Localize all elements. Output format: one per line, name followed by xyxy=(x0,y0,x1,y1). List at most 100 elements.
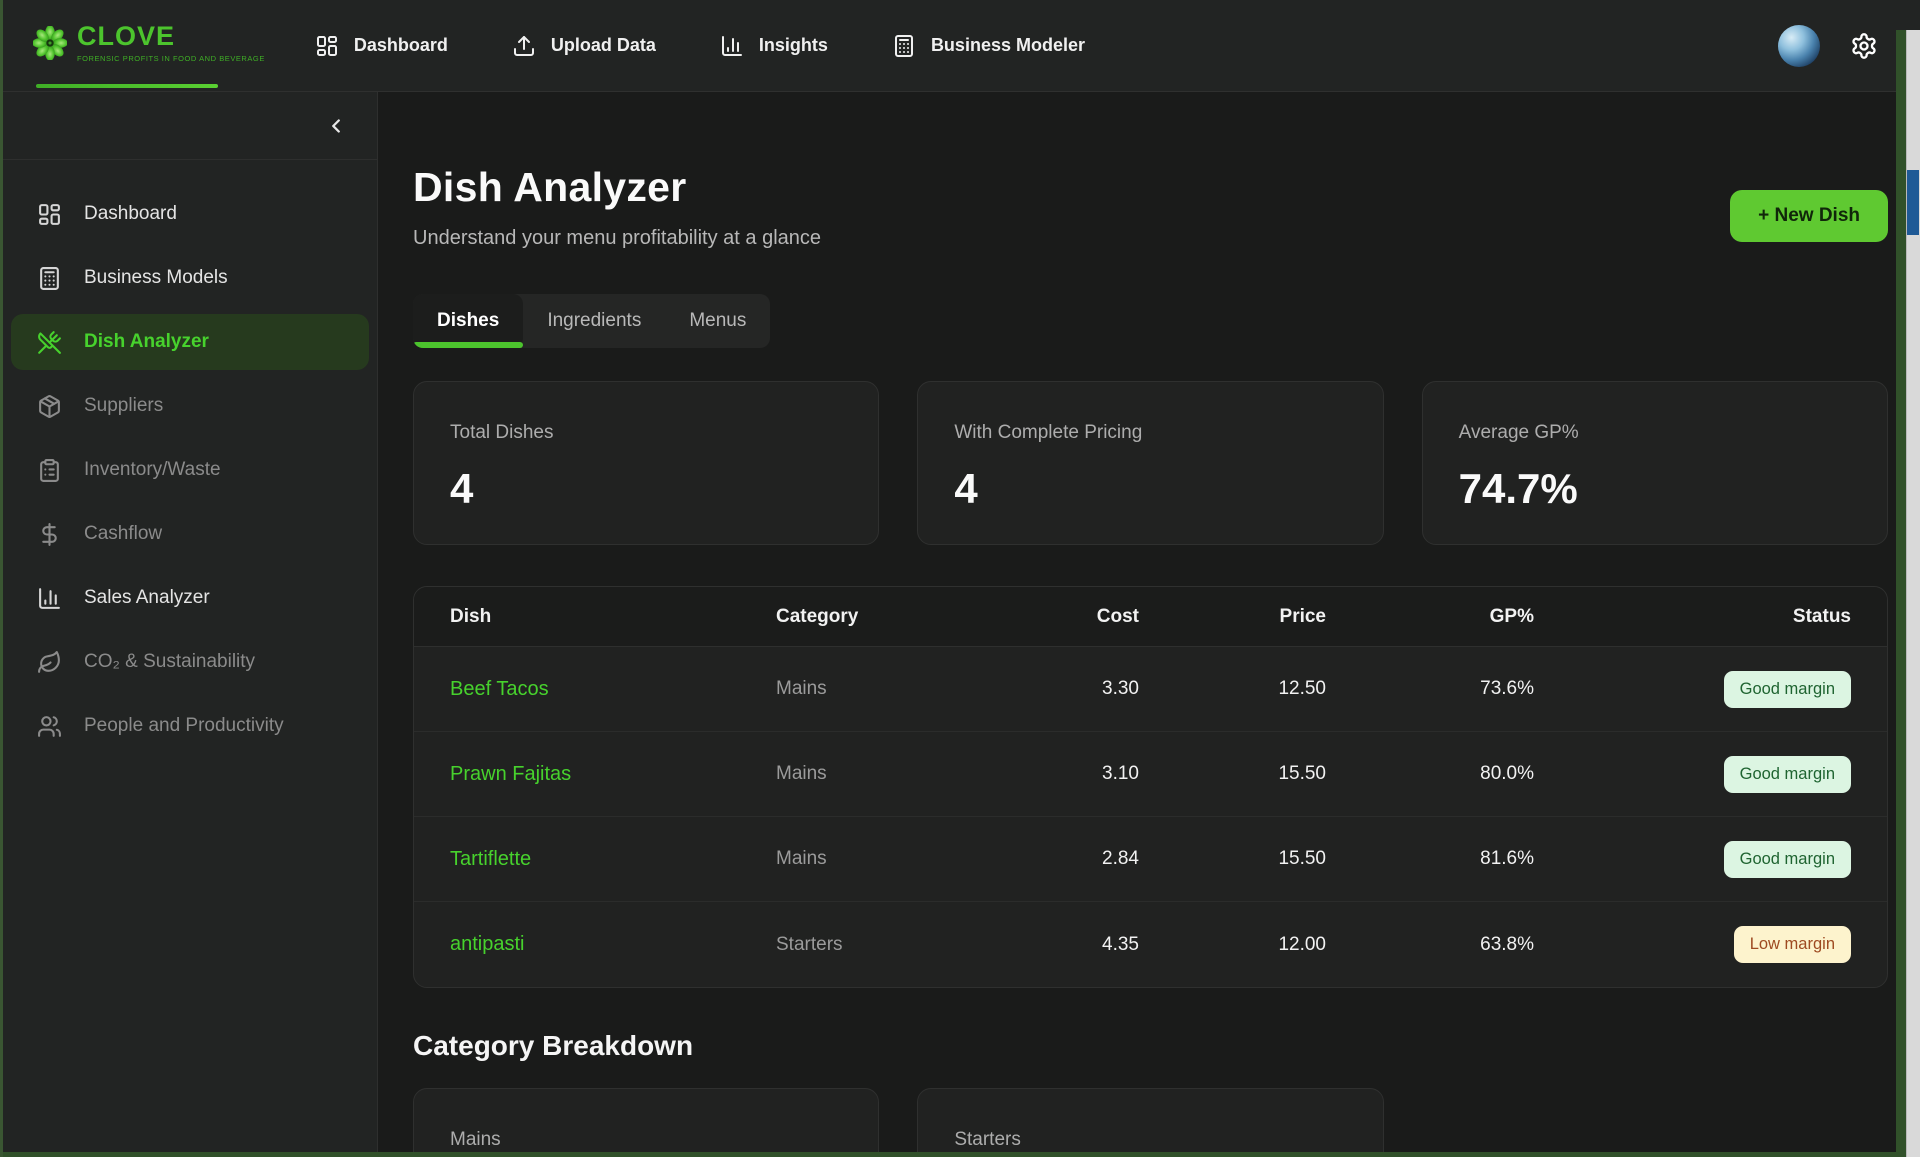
breakdown-label: Starters xyxy=(954,1129,1346,1151)
price-cell: 15.50 xyxy=(1139,763,1326,785)
sidebar-item-label: CO₂ & Sustainability xyxy=(84,651,255,673)
gp-cell: 73.6% xyxy=(1326,678,1534,700)
stat-card-total-dishes: Total Dishes 4 xyxy=(413,381,879,545)
column-header-price: Price xyxy=(1139,606,1326,628)
clove-flower-icon xyxy=(33,26,67,60)
sidebar-item-label: People and Productivity xyxy=(84,715,284,737)
app-tagline: FORENSIC PROFITS IN FOOD AND BEVERAGE xyxy=(77,54,265,63)
cost-cell: 4.35 xyxy=(959,934,1139,956)
leaf-icon xyxy=(37,650,62,675)
table-header-row: Dish Category Cost Price GP% Status xyxy=(414,587,1887,647)
sidebar-item-dish-analyzer[interactable]: Dish Analyzer xyxy=(11,314,369,370)
tab-ingredients[interactable]: Ingredients xyxy=(523,294,665,348)
status-badge: Good margin xyxy=(1724,756,1851,793)
dish-name-link[interactable]: Tartiflette xyxy=(450,848,531,870)
page-subtitle: Understand your menu profitability at a … xyxy=(413,227,821,250)
dish-name-link[interactable]: Prawn Fajitas xyxy=(450,763,571,785)
column-header-dish: Dish xyxy=(450,606,776,628)
settings-button[interactable] xyxy=(1850,32,1878,60)
column-header-category: Category xyxy=(776,606,959,628)
window-border-bottom xyxy=(3,1152,1906,1157)
dollar-icon xyxy=(37,522,62,547)
price-cell: 15.50 xyxy=(1139,848,1326,870)
cost-cell: 3.30 xyxy=(959,678,1139,700)
sidebar: Dashboard Business Models Dish Analyzer … xyxy=(3,92,378,1152)
tab-dishes[interactable]: Dishes xyxy=(413,294,523,348)
dish-name-link[interactable]: antipasti xyxy=(450,933,525,955)
sidebar-item-business-models[interactable]: Business Models xyxy=(11,250,369,306)
category-cell: Mains xyxy=(776,848,959,870)
breakdown-card-mains: Mains xyxy=(413,1088,879,1152)
sidebar-item-inventory-waste[interactable]: Inventory/Waste xyxy=(11,442,369,498)
gp-cell: 63.8% xyxy=(1326,934,1534,956)
cost-cell: 2.84 xyxy=(959,848,1139,870)
stat-label: Average GP% xyxy=(1459,422,1851,444)
stat-value: 4 xyxy=(954,468,1346,510)
logo-active-underline xyxy=(36,84,218,88)
scrollbar[interactable] xyxy=(1906,30,1920,1157)
upload-icon xyxy=(512,34,536,58)
status-badge: Good margin xyxy=(1724,671,1851,708)
scrollbar-thumb[interactable] xyxy=(1907,170,1919,235)
category-cell: Mains xyxy=(776,763,959,785)
tab-bar: Dishes Ingredients Menus xyxy=(413,294,770,348)
stat-value: 4 xyxy=(450,468,842,510)
table-row: Tartiflette Mains 2.84 15.50 81.6% Good … xyxy=(414,817,1887,902)
cost-cell: 3.10 xyxy=(959,763,1139,785)
sidebar-item-people-productivity[interactable]: People and Productivity xyxy=(11,698,369,754)
top-nav-menu: Dashboard Upload Data Insights Business … xyxy=(315,34,1085,58)
category-breakdown-heading: Category Breakdown xyxy=(413,1030,1888,1062)
nav-item-label: Insights xyxy=(759,35,828,56)
dish-name-link[interactable]: Beef Tacos xyxy=(450,678,549,700)
calculator-icon xyxy=(37,266,62,291)
main-content: Dish Analyzer Understand your menu profi… xyxy=(378,92,1920,1152)
sidebar-item-cashflow[interactable]: Cashflow xyxy=(11,506,369,562)
sidebar-item-dashboard[interactable]: Dashboard xyxy=(11,186,369,242)
gear-icon xyxy=(1850,32,1878,60)
gp-cell: 80.0% xyxy=(1326,763,1534,785)
users-icon xyxy=(37,714,62,739)
breakdown-card-starters: Starters xyxy=(917,1088,1383,1152)
stat-label: With Complete Pricing xyxy=(954,422,1346,444)
tab-menus[interactable]: Menus xyxy=(665,294,770,348)
sidebar-collapse-button[interactable] xyxy=(325,115,347,137)
sidebar-menu: Dashboard Business Models Dish Analyzer … xyxy=(3,186,377,754)
sidebar-item-sales-analyzer[interactable]: Sales Analyzer xyxy=(11,570,369,626)
sidebar-item-label: Dashboard xyxy=(84,203,177,225)
category-cell: Mains xyxy=(776,678,959,700)
nav-item-insights[interactable]: Insights xyxy=(720,34,828,58)
bar-chart-icon xyxy=(37,586,62,611)
nav-item-upload-data[interactable]: Upload Data xyxy=(512,34,656,58)
new-dish-button[interactable]: + New Dish xyxy=(1730,190,1888,242)
sidebar-item-suppliers[interactable]: Suppliers xyxy=(11,378,369,434)
column-header-status: Status xyxy=(1534,606,1851,628)
sidebar-item-label: Sales Analyzer xyxy=(84,587,210,609)
sidebar-item-label: Dish Analyzer xyxy=(84,331,209,353)
nav-item-label: Business Modeler xyxy=(931,35,1085,56)
table-row: antipasti Starters 4.35 12.00 63.8% Low … xyxy=(414,902,1887,987)
column-header-cost: Cost xyxy=(959,606,1139,628)
status-badge: Low margin xyxy=(1734,926,1851,963)
table-row: Prawn Fajitas Mains 3.10 15.50 80.0% Goo… xyxy=(414,732,1887,817)
utensils-crossed-icon xyxy=(37,330,62,355)
sidebar-item-label: Suppliers xyxy=(84,395,163,417)
stat-label: Total Dishes xyxy=(450,422,842,444)
sidebar-item-co2-sustainability[interactable]: CO₂ & Sustainability xyxy=(11,634,369,690)
nav-item-dashboard[interactable]: Dashboard xyxy=(315,34,448,58)
sidebar-header xyxy=(3,92,377,160)
dashboard-grid-icon xyxy=(37,202,62,227)
column-header-gp: GP% xyxy=(1326,606,1534,628)
stat-card-average-gp: Average GP% 74.7% xyxy=(1422,381,1888,545)
window-border-right xyxy=(1896,30,1906,1152)
user-avatar[interactable] xyxy=(1778,25,1820,67)
package-icon xyxy=(37,394,62,419)
app-name: CLOVE xyxy=(77,23,265,50)
nav-item-label: Dashboard xyxy=(354,35,448,56)
nav-item-business-modeler[interactable]: Business Modeler xyxy=(892,34,1085,58)
app-logo[interactable]: CLOVE FORENSIC PROFITS IN FOOD AND BEVER… xyxy=(33,0,265,91)
sidebar-item-label: Cashflow xyxy=(84,523,162,545)
top-navbar: CLOVE FORENSIC PROFITS IN FOOD AND BEVER… xyxy=(3,0,1920,92)
chevron-left-icon xyxy=(325,115,347,137)
calculator-icon xyxy=(892,34,916,58)
stat-card-complete-pricing: With Complete Pricing 4 xyxy=(917,381,1383,545)
